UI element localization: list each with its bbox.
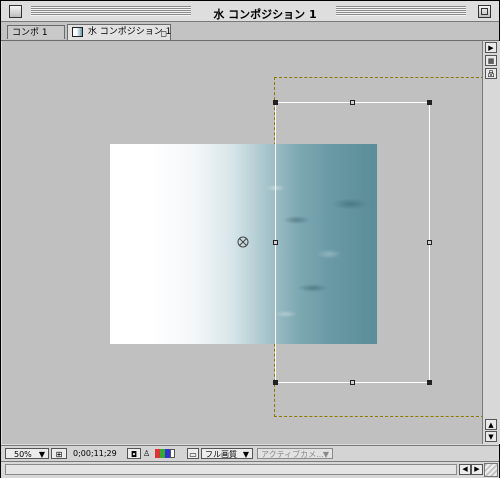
flowchart-icon[interactable]: 品 [485, 68, 497, 79]
scroll-left-arrow-icon[interactable]: ◀ [459, 464, 471, 475]
tab-bar: コンポ 1 水 コンポジション 1 ◻ [1, 22, 499, 41]
magnification-dropdown[interactable]: 50% ▼ [5, 448, 49, 459]
title-bar[interactable]: 水 コンポジション 1 [1, 1, 499, 22]
anchor-point-icon[interactable] [237, 236, 249, 248]
safe-zones-icon[interactable]: ⊞ [51, 448, 67, 459]
layer-bounding-box[interactable] [275, 102, 430, 383]
scroll-up-arrow-icon[interactable]: ▲ [485, 419, 497, 430]
active-camera-value: アクティブカメ... [261, 450, 324, 459]
panel-menu-arrow-icon[interactable]: ▶ [485, 42, 497, 53]
current-time[interactable]: 0;00;11;29 [71, 448, 127, 459]
dropdown-arrow-icon: ▼ [242, 450, 249, 459]
region-of-interest-icon[interactable]: ▭ [187, 448, 199, 459]
dropdown-arrow-icon: ▼ [322, 450, 329, 459]
resize-grip-icon[interactable] [484, 463, 498, 477]
tab-close-icon[interactable]: ◻ [160, 27, 167, 41]
composition-thumbnail-icon [72, 26, 83, 37]
camera-icon[interactable]: ◘ [127, 448, 141, 459]
title-stripes-right [336, 6, 466, 16]
scroll-track[interactable] [5, 464, 457, 475]
tab-comp-1[interactable]: コンポ 1 [7, 25, 65, 39]
handle-mid-left[interactable] [273, 240, 278, 245]
comp-settings-icon[interactable]: ▦ [485, 55, 497, 66]
scroll-right-arrow-icon[interactable]: ▶ [471, 464, 483, 475]
magnification-value: 50% [14, 450, 32, 459]
tab-comp-1-label: コンポ 1 [12, 28, 48, 38]
resolution-value: フル画質 [205, 450, 237, 459]
active-camera-dropdown[interactable]: アクティブカメ... ▼ [257, 448, 333, 459]
title-stripes-left [31, 6, 191, 16]
rgb-channel-icon[interactable] [155, 448, 185, 459]
composition-toolbar: 50% ▼ ⊞ 0;00;11;29 ◘ ♙ ▭ フル画質 ▼ アクティブカメ...… [1, 445, 499, 461]
handle-bottom-mid[interactable] [350, 380, 355, 385]
dropdown-arrow-icon: ▼ [38, 450, 45, 459]
handle-top-mid[interactable] [350, 100, 355, 105]
tab-water-composition[interactable]: 水 コンポジション 1 ◻ [67, 24, 171, 40]
person-icon[interactable]: ♙ [143, 448, 153, 459]
alpha-channel-icon [170, 449, 175, 458]
close-box-icon[interactable] [9, 5, 22, 18]
handle-bottom-left[interactable] [273, 380, 278, 385]
horizontal-scrollbar[interactable]: ◀ ▶ [1, 461, 499, 478]
handle-mid-right[interactable] [427, 240, 432, 245]
scroll-down-arrow-icon[interactable]: ▼ [485, 431, 497, 442]
handle-top-right[interactable] [427, 100, 432, 105]
zoom-box-icon[interactable] [478, 5, 491, 18]
window-title: 水 コンポジション 1 [213, 8, 317, 21]
viewer-side-controls: ▶ ▦ 品 ▲ ▼ [482, 41, 500, 444]
handle-top-left[interactable] [273, 100, 278, 105]
handle-bottom-right[interactable] [427, 380, 432, 385]
window-title-wrap: 水 コンポジション 1 [196, 3, 334, 21]
composition-window: 水 コンポジション 1 コンポ 1 水 コンポジション 1 ◻ ▶ ▦ 品 ▲ … [0, 0, 500, 478]
resolution-dropdown[interactable]: フル画質 ▼ [201, 448, 253, 459]
tab-water-composition-label: 水 コンポジション 1 [87, 27, 172, 37]
composition-viewer[interactable] [2, 41, 482, 444]
